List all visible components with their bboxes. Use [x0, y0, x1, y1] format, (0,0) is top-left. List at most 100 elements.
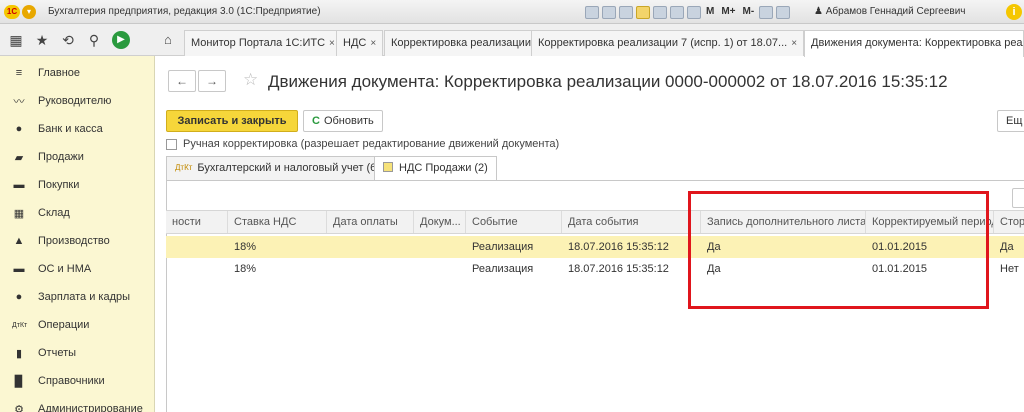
gear-icon: ⚙: [14, 403, 24, 412]
sidebar-item-administration[interactable]: ⚙ Администрирование: [0, 396, 155, 412]
arrow-left-icon: ←: [176, 74, 188, 88]
close-icon[interactable]: ×: [791, 38, 797, 49]
close-icon[interactable]: ×: [329, 38, 335, 49]
tab-monitor[interactable]: Монитор Портала 1С:ИТС ×: [184, 30, 342, 56]
manual-edit-label: Ручная корректировка (разрешает редактир…: [183, 138, 560, 150]
tab-label: Корректировка реализации: [391, 37, 531, 49]
preview-icon[interactable]: [619, 5, 633, 19]
tab-label: Монитор Портала 1С:ИТС: [191, 37, 326, 49]
sidebar-item-warehouse[interactable]: ▦ Склад: [0, 200, 155, 226]
sidebar-item-production[interactable]: ▲ Производство: [0, 228, 155, 254]
favorite-star-icon[interactable]: ☆: [243, 70, 258, 90]
tab-sales-correction[interactable]: Корректировка реализации×: [384, 30, 548, 56]
favorites-star-icon[interactable]: ★: [34, 32, 50, 49]
grid-icon[interactable]: [585, 5, 599, 19]
memory-minus-button[interactable]: M-: [741, 6, 757, 19]
title-bar: 1С ▾ Бухгалтерия предприятия, редакция 3…: [0, 0, 1024, 24]
tab-document-movements[interactable]: Движения документа: Корректировка реализ: [804, 30, 1024, 57]
refresh-button[interactable]: C Обновить: [303, 110, 383, 132]
chart-line-icon: 〰: [13, 96, 25, 108]
debit-credit-icon: ДтКт: [12, 321, 28, 329]
column-header[interactable]: Дата оплаты: [327, 211, 414, 233]
apps-grid-icon[interactable]: ▦: [8, 32, 24, 49]
cell: 18%: [234, 263, 257, 275]
tab-label: Корректировка реализации 7 (испр. 1) от …: [538, 37, 788, 49]
sidebar-item-label: Продажи: [38, 151, 84, 163]
user-name: Абрамов Геннадий Сергеевич: [825, 6, 966, 17]
tab-label: Бухгалтерский и налоговый учет (6): [197, 162, 380, 174]
debit-credit-icon: ДтКт: [175, 163, 193, 172]
print-icon[interactable]: [602, 5, 616, 19]
cell: Нет: [1000, 263, 1019, 275]
sidebar-item-label: Главное: [38, 67, 81, 79]
calendar-icon[interactable]: [670, 5, 684, 19]
column-header[interactable]: Событие: [466, 211, 562, 233]
memory-button[interactable]: M: [704, 6, 716, 19]
column-header[interactable]: Стор: [994, 211, 1024, 233]
info-icon[interactable]: i: [1006, 4, 1022, 20]
sidebar-item-sales[interactable]: ▰ Продажи: [0, 144, 155, 170]
tab-label: НДС Продажи (2): [399, 162, 488, 174]
sidebar-item-label: Руководителю: [38, 95, 112, 107]
main-menu-icon[interactable]: ▾: [22, 5, 36, 19]
tab-vat[interactable]: НДС ×: [336, 30, 384, 56]
sidebar-item-main[interactable]: ≡ Главное: [0, 60, 155, 86]
column-header[interactable]: Докум...: [414, 211, 466, 233]
current-user[interactable]: ♟ Абрамов Геннадий Сергеевич: [814, 6, 966, 17]
memory-plus-button[interactable]: M+: [719, 6, 737, 19]
sidebar-item-purchases[interactable]: ▬ Покупки: [0, 172, 155, 198]
warehouse-icon: ▦: [13, 207, 25, 220]
bag-icon: ▰: [14, 151, 24, 164]
close-icon[interactable]: ×: [370, 38, 376, 49]
quick-access-bar: ▦ ★ ⟲ ⚲ ▶: [0, 24, 160, 56]
column-header[interactable]: ности: [166, 211, 228, 233]
more-button[interactable]: Ещ: [997, 110, 1024, 132]
column-header[interactable]: Ставка НДС: [228, 211, 327, 233]
tab-label: Движения документа: Корректировка реализ: [811, 37, 1024, 49]
history-icon[interactable]: ⟲: [60, 32, 76, 49]
page-title: Движения документа: Корректировка реализ…: [268, 72, 948, 91]
sidebar: ≡ Главное 〰 Руководителю ● Банк и касса ▰ Пр…: [0, 56, 155, 412]
tab-sales-correction-7[interactable]: Корректировка реализации 7 (испр. 1) от …: [531, 30, 805, 56]
refresh-icon: C: [312, 115, 320, 127]
panel-menu-button[interactable]: [1012, 188, 1024, 208]
link-icon[interactable]: [636, 5, 650, 19]
save-icon[interactable]: [653, 5, 667, 19]
cart-icon: ▬: [13, 179, 25, 191]
sidebar-item-label: ОС и НМА: [38, 263, 92, 275]
sidebar-item-salary[interactable]: ● Зарплата и кадры: [0, 284, 155, 310]
window-title: Бухгалтерия предприятия, редакция 3.0 (1…: [48, 6, 321, 17]
sidebar-item-fixed-assets[interactable]: ▬ ОС и НМА: [0, 256, 155, 282]
home-icon[interactable]: ⌂: [164, 32, 172, 47]
sidebar-item-director[interactable]: 〰 Руководителю: [0, 88, 155, 114]
sidebar-item-references[interactable]: ▉ Справочники: [0, 368, 155, 394]
bar-chart-icon: ▮: [15, 347, 23, 360]
cell: 18.07.2016 15:35:12: [568, 241, 669, 253]
calculator-icon[interactable]: [687, 5, 701, 19]
window-icon[interactable]: [776, 5, 791, 19]
back-button[interactable]: ←: [168, 70, 196, 92]
register-icon: [383, 162, 393, 172]
forward-button[interactable]: →: [198, 70, 226, 92]
annotation-highlight: [688, 191, 989, 309]
sidebar-item-label: Зарплата и кадры: [38, 291, 131, 303]
sidebar-item-label: Отчеты: [38, 347, 77, 359]
sidebar-item-label: Администрирование: [38, 403, 143, 412]
tab-vat-sales[interactable]: НДС Продажи (2): [374, 156, 497, 181]
tabs-row: ▦ ★ ⟲ ⚲ ▶ ⌂ Монитор Портала 1С:ИТС × НДС ×…: [0, 24, 1024, 57]
sidebar-item-operations[interactable]: ДтКт Операции: [0, 312, 155, 338]
column-header[interactable]: Дата события: [562, 211, 701, 233]
sidebar-item-reports[interactable]: ▮ Отчеты: [0, 340, 155, 366]
tab-accounting[interactable]: ДтКт Бухгалтерский и налоговый учет (6): [166, 156, 389, 180]
sidebar-item-label: Справочники: [38, 375, 105, 387]
save-and-close-button[interactable]: Записать и закрыть: [166, 110, 298, 132]
sidebar-item-bank[interactable]: ● Банк и касса: [0, 116, 155, 142]
search-icon[interactable]: ⚲: [86, 32, 102, 49]
app-logo-icon: 1С: [4, 5, 20, 19]
manual-edit-checkbox[interactable]: [166, 139, 177, 150]
zoom-icon[interactable]: [759, 5, 774, 19]
its-portal-icon[interactable]: ▶: [112, 31, 130, 49]
title-toolbar: M M+ M-: [585, 5, 791, 19]
sidebar-item-label: Банк и касса: [38, 123, 103, 135]
cell: Да: [1000, 241, 1014, 253]
